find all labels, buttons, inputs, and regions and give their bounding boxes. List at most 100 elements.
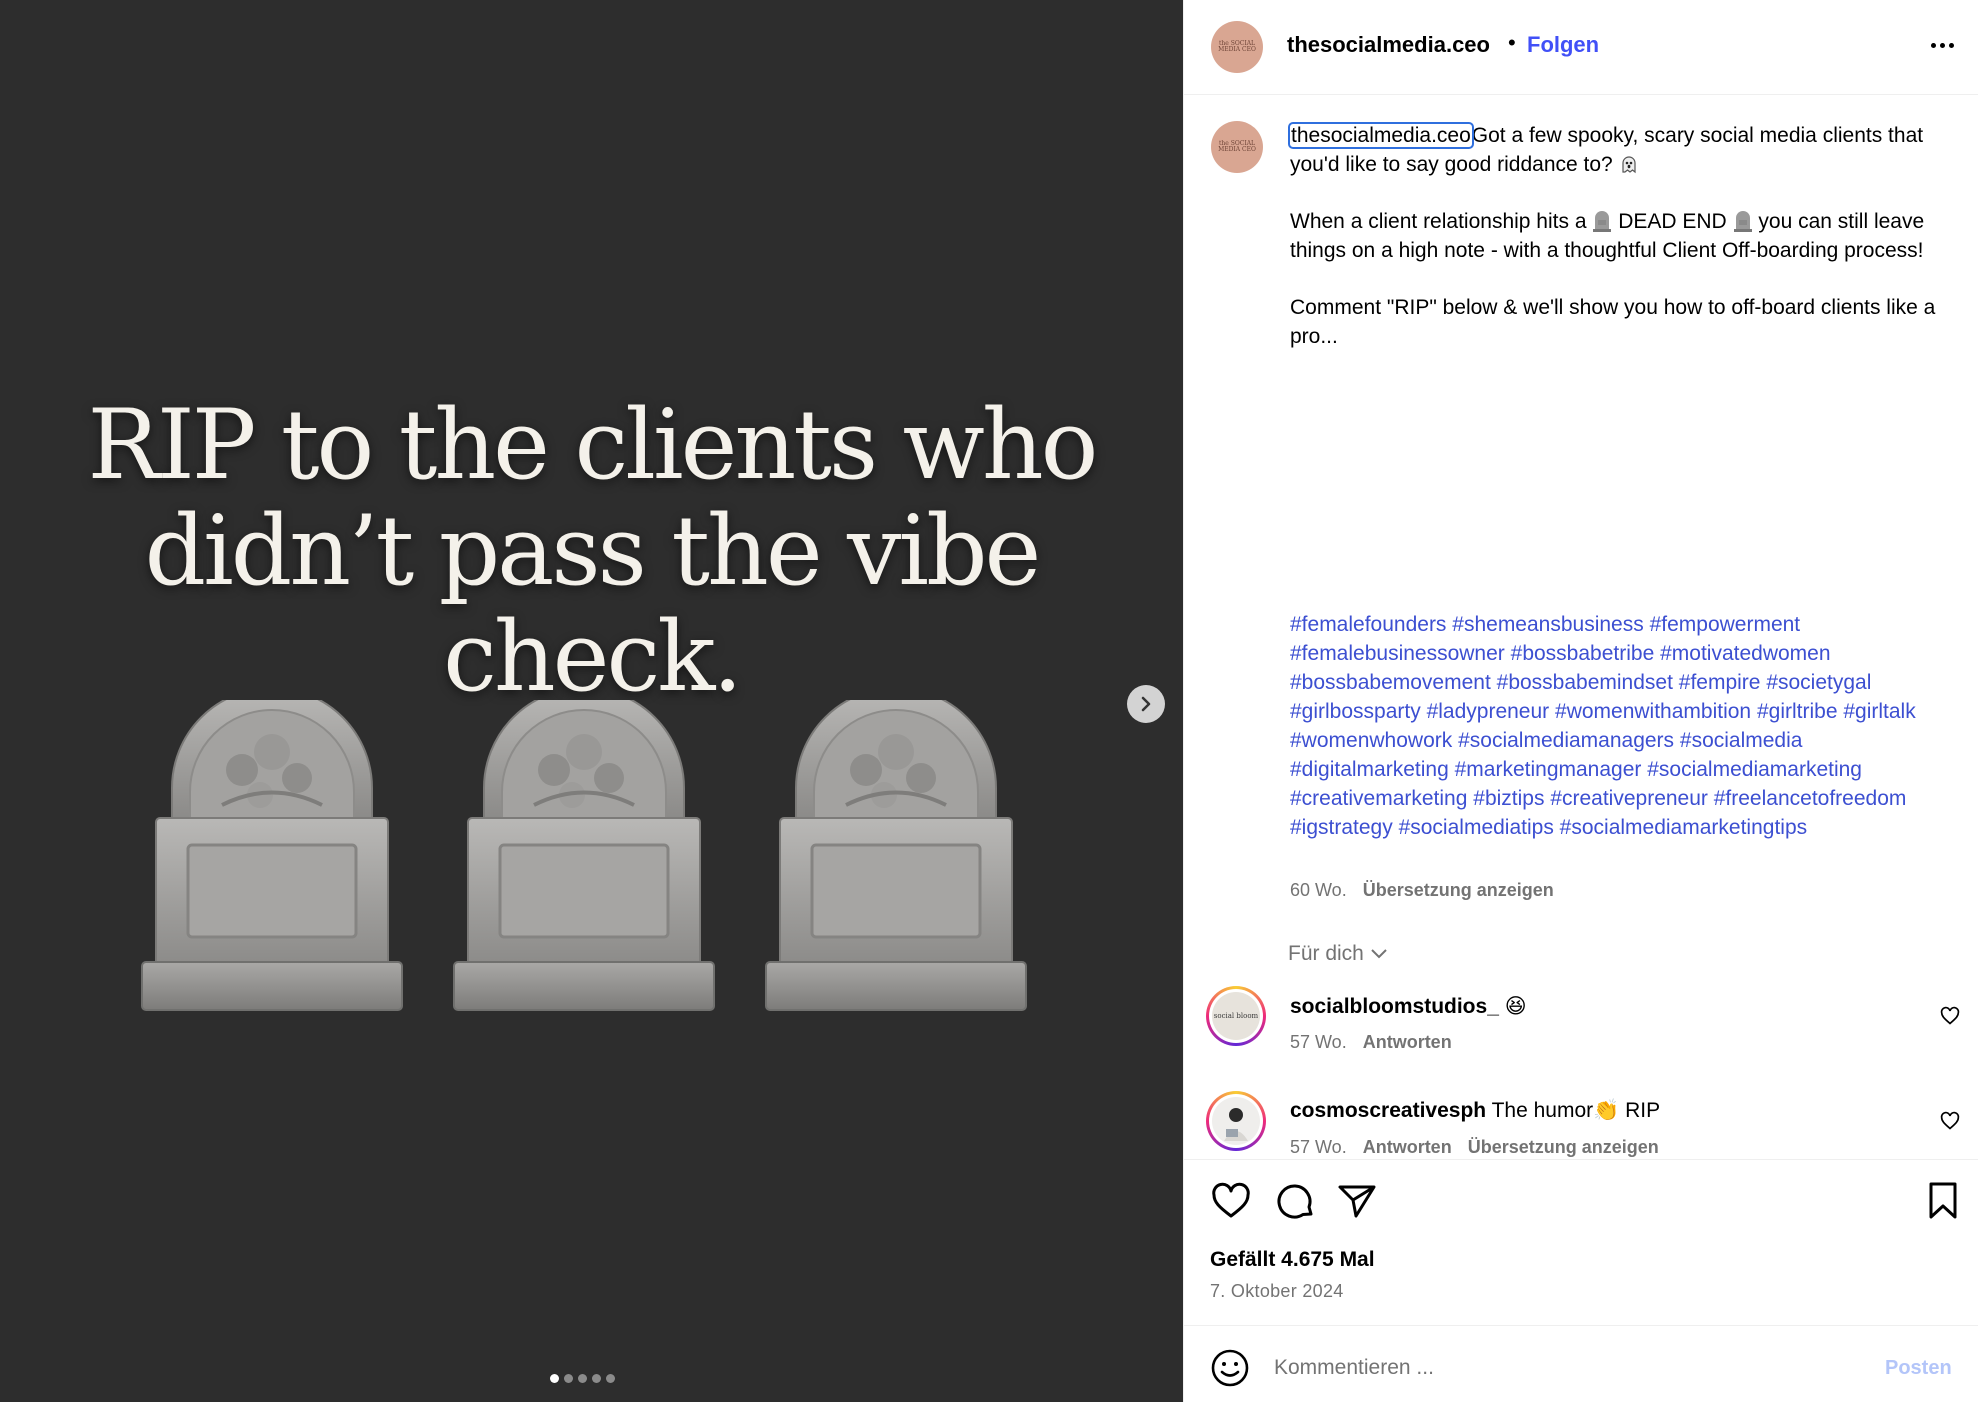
post-dialog: RIP to the clients who didn’t pass the v…	[0, 0, 1978, 1402]
comment-item: cosmoscreativesph The humor👏 RIP 57 Wo. A…	[1184, 1091, 1978, 1159]
tombstone-1	[140, 700, 404, 1012]
ghost-emoji-icon	[1621, 156, 1636, 174]
hashtag-link[interactable]: #bossbabemovement	[1290, 671, 1491, 694]
media-headline: RIP to the clients who didn’t pass the v…	[0, 392, 1183, 710]
headline-line-1: RIP to the clients who	[87, 389, 1099, 501]
hashtag-link[interactable]: #socialmediamanagers	[1458, 729, 1674, 752]
hashtag-link[interactable]: #ladypreneur	[1427, 700, 1550, 723]
commenter-avatar[interactable]	[1206, 1091, 1266, 1151]
carousel-dot[interactable]	[550, 1374, 559, 1383]
caption-username-link[interactable]: thesocialmedia.ceo	[1288, 122, 1474, 149]
hashtag-link[interactable]: #girltribe	[1757, 700, 1838, 723]
carousel-dot[interactable]	[564, 1374, 573, 1383]
commenter-avatar[interactable]: social bloom	[1206, 986, 1266, 1046]
avatar-logo-text: the SOCIAL MEDIA CEO	[1218, 40, 1256, 53]
commenter-avatar-logo: social bloom	[1213, 1012, 1259, 1020]
comment-like-heart-icon[interactable]	[1940, 1111, 1960, 1131]
chevron-right-icon	[1141, 696, 1151, 712]
comment-input[interactable]	[1274, 1348, 1834, 1388]
post-side-panel: the SOCIAL MEDIA CEO thesocialmedia.ceo …	[1183, 0, 1978, 1402]
post-media[interactable]: RIP to the clients who didn’t pass the v…	[0, 0, 1183, 1402]
chevron-down-icon	[1371, 949, 1387, 959]
person-photo-icon	[1224, 1108, 1248, 1141]
post-date: 7. Oktober 2024	[1210, 1281, 1344, 1301]
tombstone-3	[764, 700, 1028, 1012]
hashtag-link[interactable]: #motivatedwomen	[1660, 642, 1830, 665]
comments-sort-dropdown[interactable]: Für dich	[1288, 942, 1388, 966]
caption-translate-link[interactable]: Übersetzung anzeigen	[1363, 880, 1554, 900]
headline-line-2: didn’t pass the vibe check.	[144, 495, 1042, 713]
hashtag-link[interactable]: #girltalk	[1843, 700, 1915, 723]
more-dot-icon	[1939, 42, 1945, 48]
author-avatar[interactable]: the SOCIAL MEDIA CEO	[1211, 21, 1263, 73]
like-heart-icon[interactable]	[1210, 1180, 1252, 1222]
tombstones-illustration	[140, 700, 1028, 1012]
caption-author-avatar[interactable]: the SOCIAL MEDIA CEO	[1211, 121, 1263, 173]
save-bookmark-icon[interactable]	[1922, 1180, 1964, 1222]
tombstone-2	[452, 700, 716, 1012]
hashtag-link[interactable]: #socialmediamarketingtips	[1560, 816, 1807, 839]
hashtag-link[interactable]: #socialmediatips	[1399, 816, 1554, 839]
carousel-dot[interactable]	[606, 1374, 615, 1383]
more-dot-icon	[1948, 42, 1954, 48]
hashtag-link[interactable]: #femalebusinessowner	[1290, 642, 1505, 665]
hashtag-link[interactable]: #womenwhowork	[1290, 729, 1452, 752]
hashtag-link[interactable]: #creativemarketing	[1290, 787, 1467, 810]
hashtag-link[interactable]: #societygal	[1766, 671, 1871, 694]
caption-paragraph-3: Comment "RIP" below & we'll show you how…	[1290, 296, 1936, 348]
caption-text-2a: When a client relationship hits a	[1290, 210, 1587, 233]
hashtag-link[interactable]: #femalefounders	[1290, 613, 1446, 636]
author-username[interactable]: thesocialmedia.ceo	[1287, 32, 1490, 58]
likes-count[interactable]: Gefällt 4.675 Mal	[1210, 1248, 1375, 1272]
comment-age: 57 Wo.	[1290, 1032, 1347, 1052]
hashtag-link[interactable]: #creativepreneur	[1550, 787, 1708, 810]
comment-age: 57 Wo.	[1290, 1137, 1347, 1157]
carousel-next-button[interactable]	[1127, 685, 1165, 723]
hashtag-link[interactable]: #girlbossparty	[1290, 700, 1421, 723]
hashtag-link[interactable]: #womenwithambition	[1555, 700, 1751, 723]
hashtag-link[interactable]: #igstrategy	[1290, 816, 1393, 839]
comment-reply-link[interactable]: Antworten	[1363, 1137, 1452, 1157]
caption-meta: 60 Wo. Übersetzung anzeigen	[1290, 880, 1554, 901]
carousel-dot[interactable]	[578, 1374, 587, 1383]
hashtag-link[interactable]: #biztips	[1473, 787, 1544, 810]
hashtag-link[interactable]: #marketingmanager	[1455, 758, 1642, 781]
share-paper-plane-icon[interactable]	[1336, 1180, 1378, 1222]
comment-translate-link[interactable]: Übersetzung anzeigen	[1468, 1137, 1659, 1157]
comment-bubble-icon[interactable]	[1274, 1180, 1316, 1222]
comment-meta: 57 Wo. Antworten	[1290, 1032, 1452, 1053]
hashtag-link[interactable]: #socialmediamarketing	[1647, 758, 1862, 781]
comment-body: socialbloomstudios_ 😆	[1290, 994, 1527, 1019]
caption-text-2b: DEAD END	[1618, 210, 1727, 233]
post-actions: Gefällt 4.675 Mal 7. Oktober 2024 Posten	[1184, 1159, 1978, 1402]
post-comment-button[interactable]: Posten	[1885, 1357, 1952, 1380]
caption-age: 60 Wo.	[1290, 880, 1347, 900]
header-separator: •	[1508, 30, 1516, 55]
caption-hashtags: #femalefounders #shemeansbusiness #fempo…	[1290, 610, 1950, 842]
carousel-dot[interactable]	[592, 1374, 601, 1383]
carousel-indicator	[550, 1374, 615, 1383]
commenter-username[interactable]: cosmoscreativesph	[1290, 1099, 1486, 1122]
avatar-logo-text: the SOCIAL MEDIA CEO	[1218, 140, 1256, 153]
hashtag-link[interactable]: #socialmedia	[1680, 729, 1803, 752]
comment-text: The humor👏 RIP	[1491, 1099, 1661, 1122]
hashtag-link[interactable]: #shemeansbusiness	[1452, 613, 1643, 636]
comment-composer: Posten	[1184, 1325, 1978, 1402]
hashtag-link[interactable]: #bossbabetribe	[1511, 642, 1655, 665]
hashtag-link[interactable]: #digitalmarketing	[1290, 758, 1449, 781]
hashtag-link[interactable]: #bossbabemindset	[1497, 671, 1673, 694]
commenter-username[interactable]: socialbloomstudios_	[1290, 995, 1499, 1018]
comment-body: cosmoscreativesph The humor👏 RIP	[1290, 1099, 1660, 1123]
more-options-button[interactable]	[1922, 27, 1962, 63]
emoji-picker-icon[interactable]	[1210, 1348, 1250, 1388]
post-header: the SOCIAL MEDIA CEO thesocialmedia.ceo …	[1184, 0, 1978, 95]
post-caption: thesocialmedia.ceoGot a few spooky, scar…	[1288, 121, 1940, 379]
headstone-emoji-icon	[1593, 211, 1612, 232]
hashtag-link[interactable]: #fempowerment	[1650, 613, 1801, 636]
comment-reply-link[interactable]: Antworten	[1363, 1032, 1452, 1052]
hashtag-link[interactable]: #freelancetofreedom	[1714, 787, 1907, 810]
comment-like-heart-icon[interactable]	[1940, 1006, 1960, 1026]
hashtag-link[interactable]: #fempire	[1679, 671, 1761, 694]
headstone-emoji-icon	[1733, 211, 1752, 232]
follow-button[interactable]: Folgen	[1527, 32, 1599, 58]
